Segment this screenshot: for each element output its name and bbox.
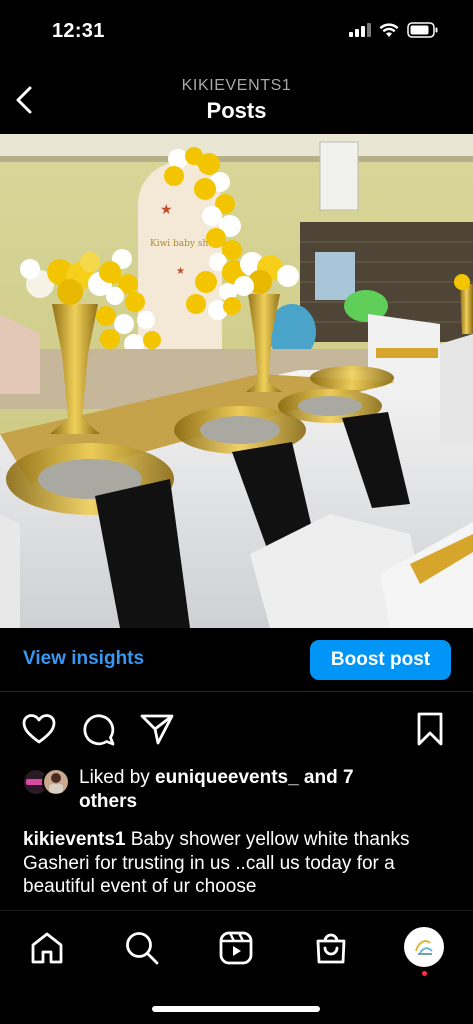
bottom-tab-bar xyxy=(0,910,473,1024)
post-image[interactable]: Kiwi baby shower ★ ★ xyxy=(0,134,473,628)
shop-icon xyxy=(316,933,346,964)
likes-row: Liked by euniqueevents_ and 7 others xyxy=(22,766,452,816)
search-icon xyxy=(126,932,159,965)
header: KIKIEVENTS1 Posts xyxy=(0,62,473,134)
bookmark-icon[interactable] xyxy=(412,711,448,747)
status-time: 12:31 xyxy=(52,20,105,42)
status-icons xyxy=(349,22,439,38)
likes-summary[interactable]: Liked by euniqueevents_ and 7 others xyxy=(79,766,409,814)
tab-search[interactable] xyxy=(122,928,162,968)
boost-post-button[interactable]: Boost post xyxy=(310,640,451,680)
post-actions xyxy=(0,705,473,751)
insights-row: View insights Boost post xyxy=(0,628,473,692)
home-indicator xyxy=(152,1006,320,1012)
share-icon[interactable] xyxy=(139,711,175,747)
heart-icon[interactable] xyxy=(21,711,57,747)
battery-icon xyxy=(407,22,438,38)
caption-username[interactable]: kikievents1 xyxy=(23,829,125,850)
profile-avatar xyxy=(406,929,442,965)
liker-username[interactable]: euniqueevents_ xyxy=(155,767,299,788)
page-title: Posts xyxy=(206,98,267,123)
tab-profile[interactable] xyxy=(404,927,444,967)
post-caption: kikievents1 Baby shower yellow white tha… xyxy=(23,828,443,899)
liker-avatars[interactable] xyxy=(22,768,72,796)
reels-icon xyxy=(219,931,253,965)
tab-reels[interactable] xyxy=(216,928,256,968)
svg-text:★: ★ xyxy=(176,266,185,277)
comment-icon[interactable] xyxy=(80,711,116,747)
home-icon xyxy=(31,932,63,964)
svg-text:★: ★ xyxy=(160,201,173,217)
header-username[interactable]: KIKIEVENTS1 xyxy=(0,77,473,95)
notification-dot xyxy=(422,971,427,976)
view-insights-link[interactable]: View insights xyxy=(23,648,144,670)
tab-home[interactable] xyxy=(27,928,67,968)
wifi-icon xyxy=(379,22,399,37)
tab-shop[interactable] xyxy=(311,928,351,968)
likes-prefix: Liked by xyxy=(79,767,156,788)
signal-icon xyxy=(349,23,371,37)
status-bar: 12:31 xyxy=(0,0,473,62)
